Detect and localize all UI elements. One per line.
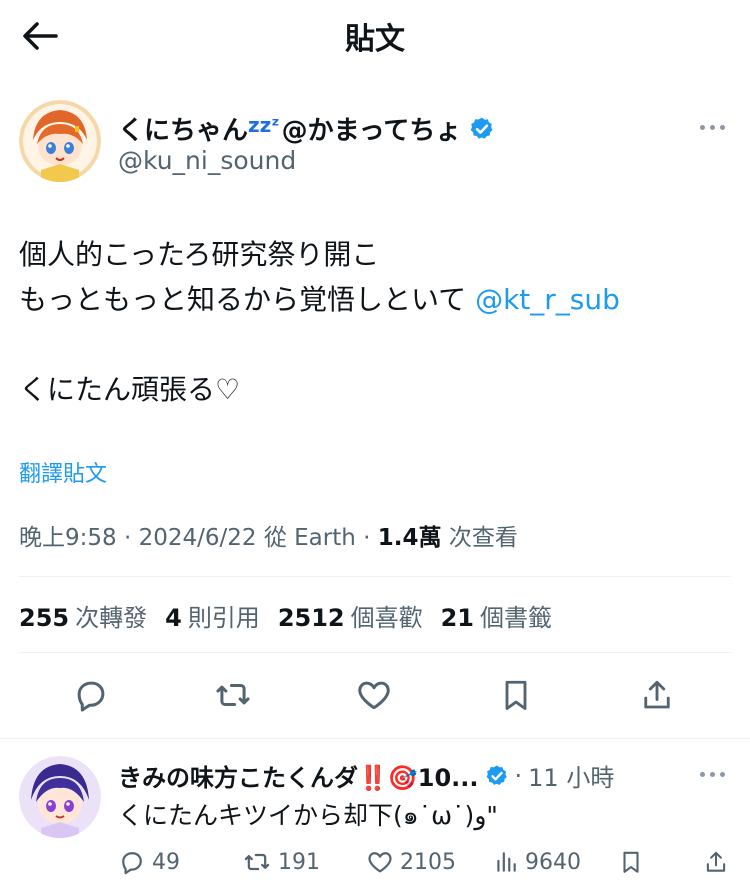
author-name-main: くにちゃん [118,116,249,146]
reply-text: くにたんキツイから却下(๑˙ω˙)و" [118,801,498,830]
share-button[interactable] [634,672,680,718]
more-dot-icon [710,772,715,777]
tweet-date[interactable]: 2024/6/22 [139,525,257,551]
tweet-line-1: 個人的こったろ研究祭り開こ [19,238,380,271]
comment-icon [77,681,105,712]
translate-post-link[interactable]: 翻譯貼文 [19,456,107,488]
author-name-zz: zzᶻ [248,112,280,137]
tweet-time[interactable]: 晚上9:58 [19,525,117,551]
reply-bookmark-button[interactable] [618,848,644,876]
likes-stat[interactable]: 2512 個喜歡 [278,598,423,633]
bookmark-button[interactable] [493,672,539,718]
more-dot-icon [700,125,705,130]
views-count: 1.4萬 [377,525,442,551]
verified-badge-icon [471,117,493,139]
verified-badge-icon [486,765,507,785]
bookmark-icon [505,680,527,710]
share-icon [706,851,726,872]
bookmark-icon [623,851,639,873]
reply-retweets-count: 191 [278,849,320,875]
author-name[interactable]: くにちゃん zzᶻ @かまってちょ [118,110,495,147]
author-handle[interactable]: @ku_ni_sound [118,146,296,175]
analytics-icon [497,852,516,872]
divider [0,738,750,739]
reply-more-options-button[interactable] [700,772,725,777]
more-options-button[interactable] [700,125,725,130]
comment-icon [122,852,142,875]
tweet-meta: 晚上9:58 · 2024/6/22 從 Earth · 1.4萬 次查看 [19,525,518,551]
reply-views-count: 9640 [525,849,581,875]
retweet-icon [244,853,270,871]
more-dot-icon [720,772,725,777]
divider [19,576,731,577]
reply-reply-button[interactable]: 49 [118,848,180,876]
more-dot-icon [720,125,725,130]
tweet-line-3: くにたん頑張る♡ [19,373,241,406]
action-bar [0,672,750,718]
tweet-text: 個人的こったろ研究祭り開こ もっともっと知るから覚悟しといて @kt_r_sub… [19,232,620,412]
bookmarks-stat[interactable]: 21 個書籤 [441,598,552,633]
reply-likes-count: 2105 [400,849,456,875]
tweet-stats: 255 次轉發 4 則引用 2512 個喜歡 21 個書籤 [19,598,552,633]
reply-like-button[interactable]: 2105 [366,848,456,876]
reply-views-button[interactable]: 9640 [493,848,581,876]
reply-author[interactable]: きみの味方こたくんダ‼️🎯10... · 11 小時 [118,758,614,793]
reply-author-name: きみの味方こたくんダ‼️🎯10... [118,764,479,792]
reply-time[interactable]: 11 小時 [528,758,614,793]
reply-avatar[interactable] [19,756,101,838]
tweet-source: 從 Earth [263,525,356,551]
more-dot-icon [710,125,715,130]
reply-share-button[interactable] [703,848,729,876]
reply-button[interactable] [68,672,114,718]
like-button[interactable] [351,672,397,718]
heart-icon [368,852,392,873]
more-dot-icon [700,772,705,777]
author-name-suffix: @かまってちょ [281,116,462,146]
tweet-line-2: もっともっと知るから覚悟しといて @kt_r_sub [19,283,620,316]
reply-replies-count: 49 [152,849,180,875]
heart-icon [358,681,390,710]
author-avatar[interactable] [19,100,101,182]
quotes-stat[interactable]: 4 則引用 [165,598,260,633]
retweet-icon [216,683,250,707]
retweet-button[interactable] [210,672,256,718]
mention-link[interactable]: @kt_r_sub [475,283,620,316]
views-label: 次查看 [448,525,518,551]
divider [19,652,731,653]
page-title: 貼文 [345,22,405,57]
share-icon [644,680,670,709]
reply-retweet-button[interactable]: 191 [242,848,320,876]
retweets-stat[interactable]: 255 次轉發 [19,598,147,633]
